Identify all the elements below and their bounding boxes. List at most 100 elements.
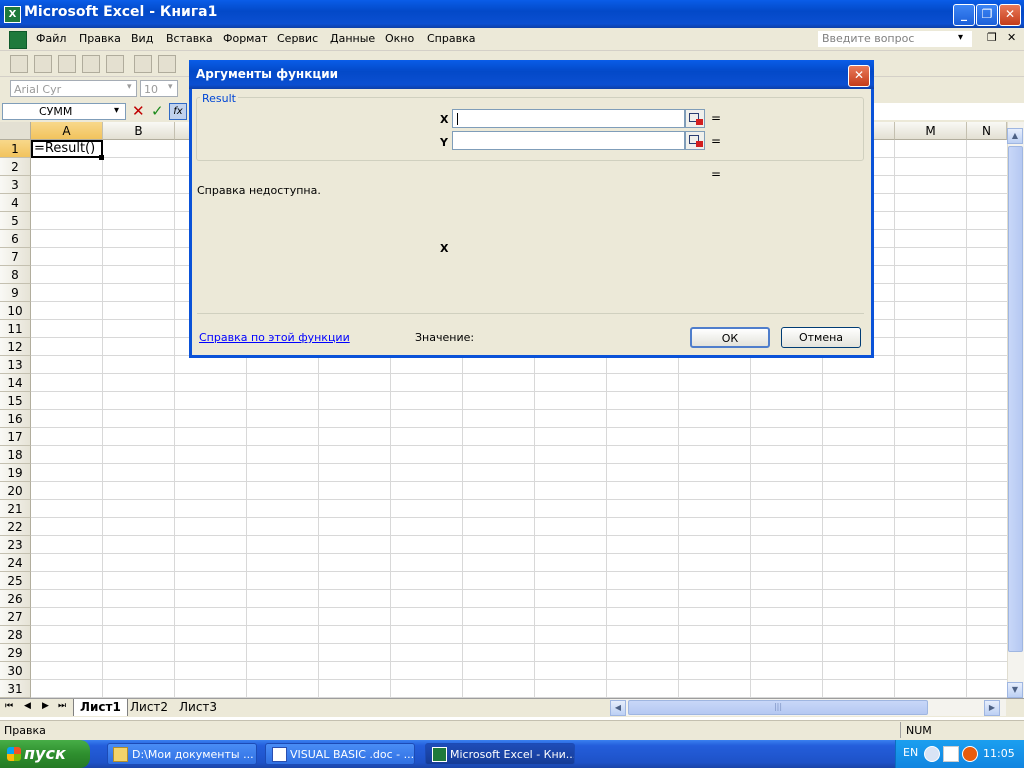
- menu-format[interactable]: Формат: [223, 32, 268, 45]
- menu-help[interactable]: Справка: [427, 32, 475, 45]
- sheet-tab-2[interactable]: Лист2: [124, 699, 174, 716]
- row-header[interactable]: 9: [0, 284, 31, 302]
- font-size-dropdown-icon[interactable]: ▾: [168, 82, 173, 92]
- status-num: NUM: [906, 724, 932, 737]
- scroll-down-button[interactable]: ▼: [1007, 682, 1023, 698]
- update-icon[interactable]: [962, 746, 978, 762]
- column-header-m[interactable]: M: [895, 122, 967, 140]
- permission-icon[interactable]: [82, 55, 100, 73]
- menu-edit[interactable]: Правка: [79, 32, 121, 45]
- doc-restore-button[interactable]: ❐: [987, 31, 997, 44]
- row-header[interactable]: 8: [0, 266, 31, 284]
- column-header-n[interactable]: N: [967, 122, 1007, 140]
- row-header[interactable]: 23: [0, 536, 31, 554]
- new-icon[interactable]: [10, 55, 28, 73]
- column-header-b[interactable]: B: [103, 122, 175, 140]
- ok-button[interactable]: ОК: [690, 327, 770, 348]
- row-header[interactable]: 31: [0, 680, 31, 698]
- close-button[interactable]: ✕: [999, 4, 1021, 26]
- row-header[interactable]: 29: [0, 644, 31, 662]
- fill-handle[interactable]: [99, 155, 104, 160]
- row-header[interactable]: 16: [0, 410, 31, 428]
- function-help-link[interactable]: Справка по этой функции: [199, 331, 350, 344]
- minimize-button[interactable]: _: [953, 4, 975, 26]
- sheet-tab-3[interactable]: Лист3: [173, 699, 223, 716]
- row-header[interactable]: 13: [0, 356, 31, 374]
- volume-icon[interactable]: [943, 746, 959, 762]
- row-header[interactable]: 19: [0, 464, 31, 482]
- menu-view[interactable]: Вид: [131, 32, 153, 45]
- row-header[interactable]: 26: [0, 590, 31, 608]
- last-sheet-button[interactable]: ⏭: [58, 701, 66, 711]
- row-header[interactable]: 3: [0, 176, 31, 194]
- menu-insert[interactable]: Вставка: [166, 32, 213, 45]
- dialog-close-button[interactable]: ✕: [848, 65, 870, 87]
- email-icon[interactable]: [106, 55, 124, 73]
- save-icon[interactable]: [58, 55, 76, 73]
- row-header[interactable]: 14: [0, 374, 31, 392]
- row-header[interactable]: 11: [0, 320, 31, 338]
- network-icon[interactable]: [924, 746, 940, 762]
- vertical-scroll-thumb[interactable]: [1008, 146, 1023, 652]
- print-icon[interactable]: [134, 55, 152, 73]
- row-header[interactable]: 25: [0, 572, 31, 590]
- font-name-dropdown-icon[interactable]: ▾: [127, 82, 132, 92]
- status-divider: [900, 722, 901, 738]
- cell-a1[interactable]: =Result(): [31, 140, 103, 158]
- scroll-left-button[interactable]: ◀: [610, 700, 626, 716]
- document-icon[interactable]: [9, 31, 27, 49]
- scroll-right-button[interactable]: ▶: [984, 700, 1000, 716]
- horizontal-scroll-thumb[interactable]: |||: [628, 700, 928, 715]
- first-sheet-button[interactable]: ⏮: [5, 701, 13, 711]
- menu-file[interactable]: Файл: [36, 32, 66, 45]
- select-all-corner[interactable]: [0, 122, 31, 140]
- menu-window[interactable]: Окно: [385, 32, 414, 45]
- row-header[interactable]: 18: [0, 446, 31, 464]
- cancel-button[interactable]: Отмена: [781, 327, 861, 348]
- row-header[interactable]: 22: [0, 518, 31, 536]
- arg-y-input[interactable]: [452, 131, 685, 150]
- sheet-tab-1[interactable]: Лист1: [73, 699, 128, 716]
- arg-y-collapse-icon[interactable]: [685, 131, 705, 150]
- scroll-up-button[interactable]: ▲: [1007, 128, 1023, 144]
- cancel-icon[interactable]: ✕: [132, 102, 145, 120]
- row-header[interactable]: 2: [0, 158, 31, 176]
- arg-x-collapse-icon[interactable]: [685, 109, 705, 128]
- help-question-input[interactable]: Введите вопрос: [818, 31, 972, 47]
- font-name-combo[interactable]: Arial Cyr: [10, 80, 137, 97]
- row-header[interactable]: 12: [0, 338, 31, 356]
- row-header[interactable]: 30: [0, 662, 31, 680]
- row-header[interactable]: 6: [0, 230, 31, 248]
- menu-data[interactable]: Данные: [330, 32, 375, 45]
- row-header[interactable]: 28: [0, 626, 31, 644]
- row-header[interactable]: 7: [0, 248, 31, 266]
- prev-sheet-button[interactable]: ◀: [24, 701, 31, 711]
- insert-function-icon[interactable]: fx: [169, 103, 187, 120]
- taskbar-item-word[interactable]: VISUAL BASIC .doc - ...: [265, 743, 415, 765]
- name-box[interactable]: СУММ: [2, 103, 126, 120]
- row-header[interactable]: 10: [0, 302, 31, 320]
- row-header[interactable]: 4: [0, 194, 31, 212]
- row-header[interactable]: 5: [0, 212, 31, 230]
- taskbar-item-documents[interactable]: D:\Мои документы ...: [107, 743, 257, 765]
- print-preview-icon[interactable]: [158, 55, 176, 73]
- enter-icon[interactable]: ✓: [151, 102, 164, 120]
- name-box-dropdown-icon[interactable]: ▾: [114, 105, 119, 116]
- taskbar-item-excel[interactable]: Microsoft Excel - Кни...: [425, 743, 575, 765]
- help-dropdown-icon[interactable]: ▾: [958, 32, 963, 43]
- arg-x-input[interactable]: [452, 109, 685, 128]
- doc-close-button[interactable]: ✕: [1007, 31, 1016, 44]
- row-header[interactable]: 1: [0, 140, 31, 158]
- restore-button[interactable]: ❐: [976, 4, 998, 26]
- column-header-a[interactable]: A: [31, 122, 103, 140]
- row-header[interactable]: 21: [0, 500, 31, 518]
- open-icon[interactable]: [34, 55, 52, 73]
- row-header[interactable]: 15: [0, 392, 31, 410]
- row-header[interactable]: 17: [0, 428, 31, 446]
- menu-tools[interactable]: Сервис: [277, 32, 318, 45]
- language-indicator[interactable]: EN: [903, 746, 918, 759]
- row-header[interactable]: 20: [0, 482, 31, 500]
- row-header[interactable]: 24: [0, 554, 31, 572]
- row-header[interactable]: 27: [0, 608, 31, 626]
- next-sheet-button[interactable]: ▶: [42, 701, 49, 711]
